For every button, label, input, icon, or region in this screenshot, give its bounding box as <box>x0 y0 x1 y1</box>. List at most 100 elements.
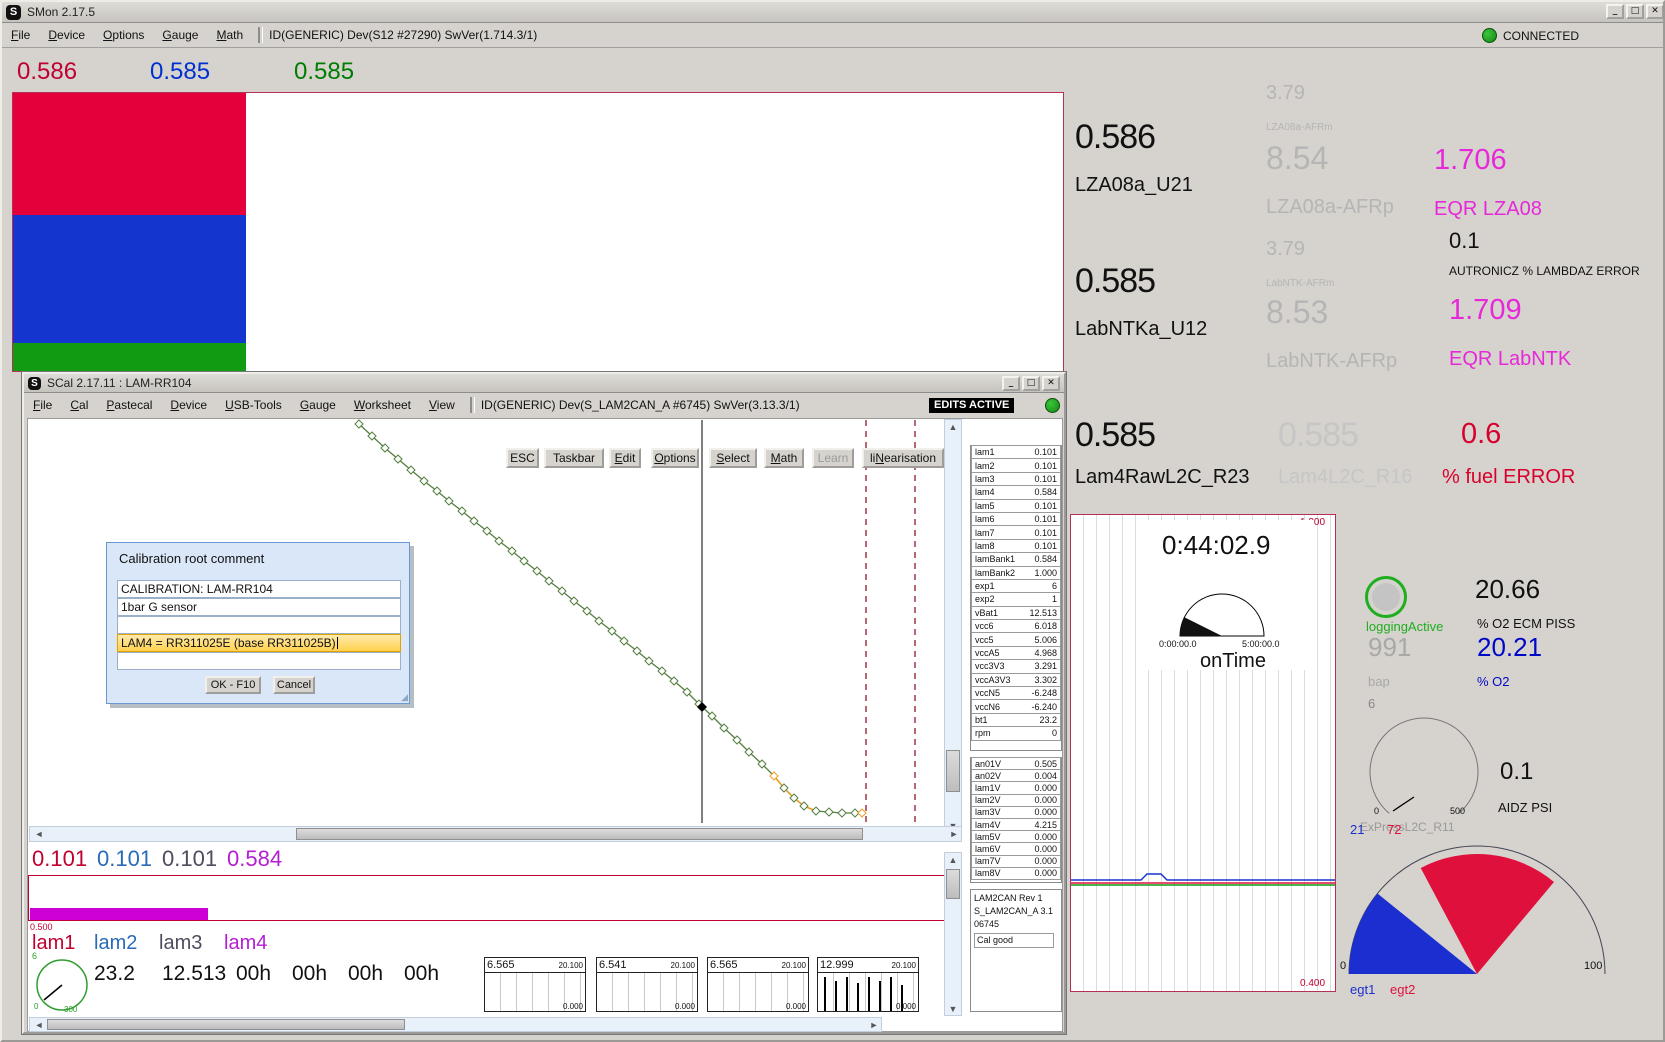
scal-menu-pastecal[interactable]: Pastecal <box>97 395 161 415</box>
scal-menu-device[interactable]: Device <box>161 395 216 415</box>
list-item-value: 23.2 <box>1039 715 1057 725</box>
scroll-down-icon[interactable]: ▼ <box>945 1002 961 1016</box>
toolbar-taskbar-button[interactable]: Taskbar <box>544 448 604 468</box>
toolbar-math-button[interactable]: Math <box>764 448 804 468</box>
dialog-comment-row[interactable]: LAM4 = RR311025E (base RR311025B) <box>117 634 401 652</box>
scroll-right-icon[interactable]: ► <box>947 827 961 841</box>
toolbar-learn-button[interactable]: Learn <box>812 448 854 468</box>
scroll-up-icon[interactable]: ▲ <box>945 420 961 434</box>
mini-chart-value: 12.999 <box>820 959 854 971</box>
smon-menu-math[interactable]: Math <box>207 25 252 45</box>
lam4-bar <box>30 908 208 920</box>
scal-menu-view[interactable]: View <box>420 395 464 415</box>
mini-chart-value: 6.565 <box>710 959 738 971</box>
list-item[interactable]: vccN5-6.248 <box>971 686 1061 700</box>
list-item[interactable]: lamBank21.000 <box>971 566 1061 580</box>
list-item[interactable]: lam30.101 <box>971 472 1061 486</box>
toolbar-linearisation-button[interactable]: liNearisation <box>862 448 944 468</box>
scroll-left-icon[interactable]: ◄ <box>32 1018 46 1032</box>
list-item-name: lam5V <box>975 832 1001 842</box>
scal-menu-file[interactable]: File <box>24 395 61 415</box>
list-item-value: 0.000 <box>1034 783 1057 793</box>
list-item[interactable]: lam50.101 <box>971 499 1061 513</box>
smon-menu-device[interactable]: Device <box>39 25 94 45</box>
list-item-name: an01V <box>975 759 1001 769</box>
scroll-right-icon[interactable]: ► <box>867 1018 881 1032</box>
toolbar-select-button[interactable]: Select <box>709 448 757 468</box>
edits-active-badge: EDITS ACTIVE <box>929 398 1014 413</box>
scal-close-icon[interactable]: ✕ <box>1042 376 1060 391</box>
list-item[interactable]: lam80.101 <box>971 539 1061 553</box>
scal-maximize-icon[interactable]: □ <box>1022 376 1040 391</box>
list-item[interactable]: vccA54.968 <box>971 646 1061 660</box>
list-item[interactable]: rpm0 <box>971 726 1061 740</box>
smon-menu-file[interactable]: File <box>2 25 39 45</box>
resize-grip-icon[interactable]: ◢ <box>401 692 408 703</box>
readout-afrm2-value: 3.79 <box>1266 238 1305 261</box>
list-item[interactable]: lam20.101 <box>971 458 1061 472</box>
scal-titlebar[interactable]: S SCal 2.17.11 : LAM-RR104 _□✕ <box>24 374 1064 393</box>
cancel-button[interactable]: Cancel <box>273 676 315 694</box>
smon-close-icon[interactable]: ✕ <box>1646 4 1664 19</box>
dialog-comment-row[interactable]: CALIBRATION: LAM-RR104 <box>117 580 401 598</box>
egt-gauge <box>1342 840 1614 980</box>
list-item[interactable]: lam8V0.000 <box>971 867 1061 880</box>
toolbar-edit-button[interactable]: Edit <box>609 448 641 468</box>
list-item-name: lam2 <box>975 461 995 471</box>
scal-minimize-icon[interactable]: _ <box>1002 376 1020 391</box>
list-item[interactable]: vcc66.018 <box>971 619 1061 633</box>
dialog-comment-row[interactable] <box>117 616 401 634</box>
list-item[interactable]: lam40.584 <box>971 485 1061 499</box>
chart-vscrollbar[interactable]: ▲ ▼ <box>944 419 962 833</box>
smon-menu-options[interactable]: Options <box>94 25 153 45</box>
list-item[interactable]: lamBank10.584 <box>971 552 1061 566</box>
bottom-lam-label-3: lam3 <box>159 932 202 955</box>
vscroll-thumb[interactable] <box>946 750 960 792</box>
scal-menu-worksheet[interactable]: Worksheet <box>345 395 420 415</box>
readout-lza08a-value: 0.586 <box>1075 118 1155 157</box>
device-info-line: LAM2CAN Rev 1 <box>974 892 1058 905</box>
list-item-name: vccA5 <box>975 648 1000 658</box>
readout-fuel-err-value: 0.6 <box>1461 418 1501 451</box>
list-item[interactable]: vcc55.006 <box>971 632 1061 646</box>
vscroll-thumb[interactable] <box>946 869 960 899</box>
dialog-comment-row[interactable] <box>117 652 401 670</box>
smon-maximize-icon[interactable]: □ <box>1626 4 1644 19</box>
list-item[interactable]: vBat112.513 <box>971 606 1061 620</box>
list-item-value: 0.004 <box>1034 771 1057 781</box>
o2-label: % O2 <box>1477 674 1510 689</box>
scal-menu-gauge[interactable]: Gauge <box>291 395 345 415</box>
toolbar-esc-button[interactable]: ESC <box>506 448 539 468</box>
list-item[interactable]: exp16 <box>971 579 1061 593</box>
smon-minimize-icon[interactable]: _ <box>1606 4 1624 19</box>
list-item[interactable]: vcc3V33.291 <box>971 659 1061 673</box>
list-item[interactable]: vccA3V33.302 <box>971 673 1061 687</box>
list-item-name: vcc6 <box>975 621 994 631</box>
list-item[interactable]: lam70.101 <box>971 525 1061 539</box>
list-item[interactable]: exp21 <box>971 592 1061 606</box>
chart-hscrollbar[interactable]: ◄ ► <box>29 826 962 842</box>
bottom-hscrollbar[interactable]: ◄ ► <box>29 1017 882 1032</box>
bottom-big-value-2: 12.513 <box>162 962 226 986</box>
list-item-value: 0.000 <box>1034 856 1057 866</box>
ok-button[interactable]: OK - F10 <box>205 676 261 694</box>
menu-separator <box>470 397 475 413</box>
list-item[interactable]: bt123.2 <box>971 713 1061 727</box>
hscroll-thumb[interactable] <box>47 1019 405 1030</box>
list-item[interactable]: vccN6-6.240 <box>971 699 1061 713</box>
list-item[interactable]: lam60.101 <box>971 512 1061 526</box>
smon-menu-gauge[interactable]: Gauge <box>153 25 207 45</box>
rpm-dial <box>30 949 94 1013</box>
scal-menu-usb-tools[interactable]: USB-Tools <box>216 395 291 415</box>
scroll-left-icon[interactable]: ◄ <box>32 827 46 841</box>
list-item[interactable]: lam10.101 <box>971 445 1061 459</box>
smon-titlebar[interactable]: S SMon 2.17.5 _□✕ <box>2 2 1665 23</box>
dialog-comment-row[interactable]: 1bar G sensor <box>117 598 401 616</box>
scal-menu-cal[interactable]: Cal <box>61 395 97 415</box>
hscroll-thumb[interactable] <box>296 828 863 840</box>
toolbar-options-button[interactable]: Options <box>651 448 699 468</box>
list-item-name: lam3 <box>975 474 995 484</box>
list-item-name: lam8 <box>975 541 995 551</box>
scroll-up-icon[interactable]: ▲ <box>945 853 961 867</box>
lower-vscrollbar[interactable]: ▲ ▼ <box>944 852 962 1016</box>
